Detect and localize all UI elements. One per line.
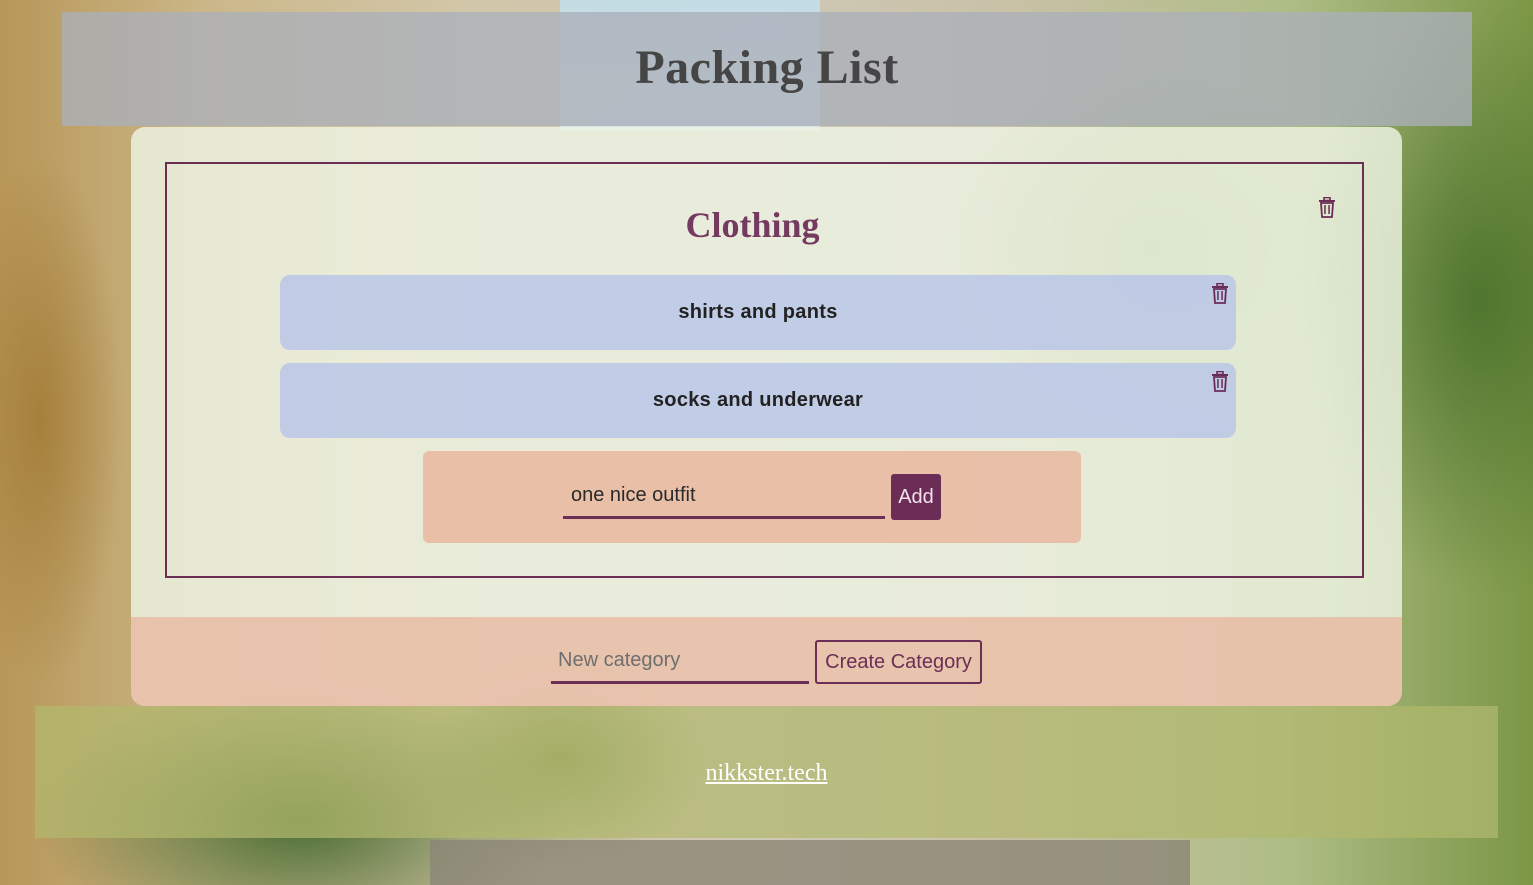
list-item: shirts and pants <box>280 275 1236 350</box>
page-footer: nikkster.tech <box>35 706 1498 838</box>
delete-item-button[interactable] <box>1209 281 1231 305</box>
background-photo-street <box>430 840 1190 885</box>
category-title: Clothing <box>685 205 820 245</box>
main-panel: Clothing shirts and pants socks and unde… <box>131 127 1402 706</box>
add-item-button[interactable]: Add <box>891 474 941 520</box>
add-item-form: Add <box>423 451 1081 543</box>
new-category-input[interactable] <box>551 639 809 684</box>
delete-category-button[interactable] <box>1316 195 1338 219</box>
page-title: Packing List <box>635 40 899 94</box>
list-item-label: shirts and pants <box>678 301 838 323</box>
new-category-form: Create Category <box>131 617 1402 706</box>
category-card: Clothing shirts and pants socks and unde… <box>165 162 1364 578</box>
delete-item-button[interactable] <box>1209 369 1231 393</box>
create-category-button[interactable]: Create Category <box>815 640 982 684</box>
footer-link[interactable]: nikkster.tech <box>706 760 828 787</box>
trash-icon <box>1212 370 1228 392</box>
page-header: Packing List <box>62 12 1472 126</box>
trash-icon <box>1212 282 1228 304</box>
list-item-label: socks and underwear <box>652 389 864 411</box>
trash-icon <box>1319 196 1335 218</box>
add-item-input[interactable] <box>563 475 885 519</box>
list-item: socks and underwear <box>280 363 1236 438</box>
